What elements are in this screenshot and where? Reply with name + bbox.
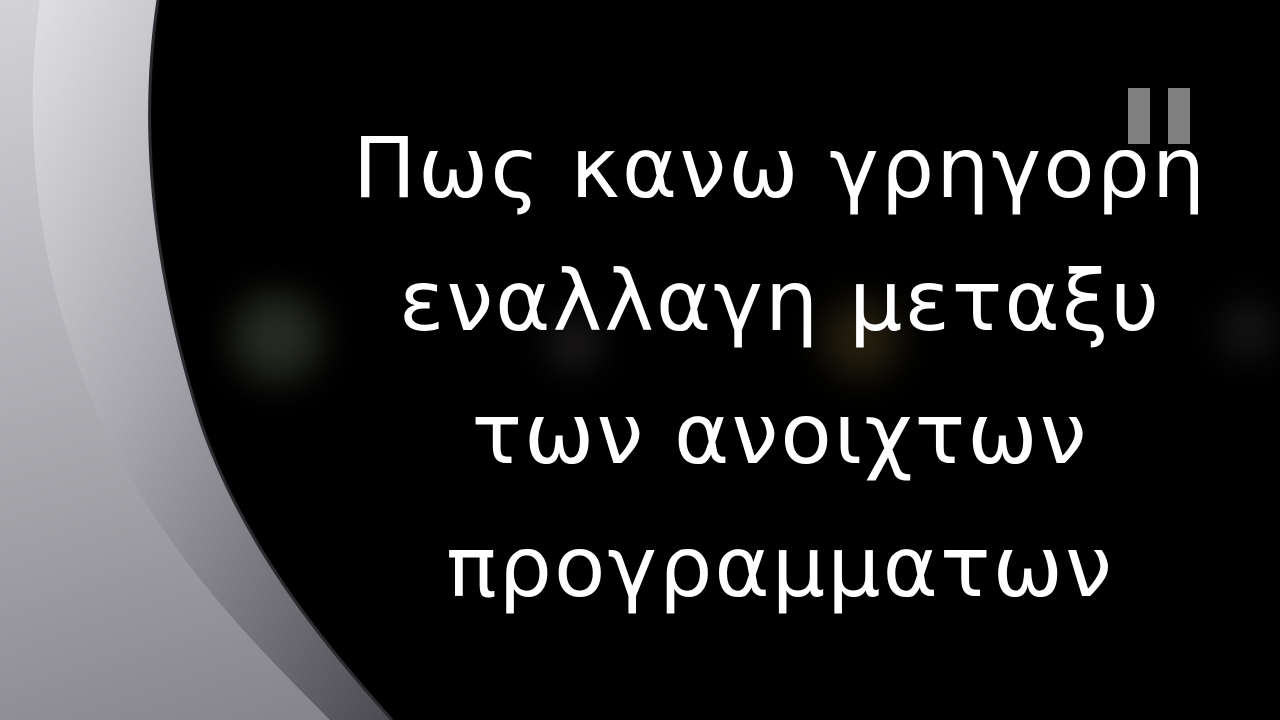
title-line-1: Πως κανω γρηγορη — [352, 119, 1208, 217]
slide-title: Πως κανω γρηγορη εναλλαγη μεταξυ των ανο… — [300, 102, 1260, 634]
title-line-3: των ανοιχτων — [471, 385, 1089, 483]
slide: Πως κανω γρηγορη εναλλαγη μεταξυ των ανο… — [0, 0, 1280, 720]
title-line-4: προγραμματων — [446, 518, 1114, 616]
title-line-2: εναλλαγη μεταξυ — [398, 252, 1162, 350]
